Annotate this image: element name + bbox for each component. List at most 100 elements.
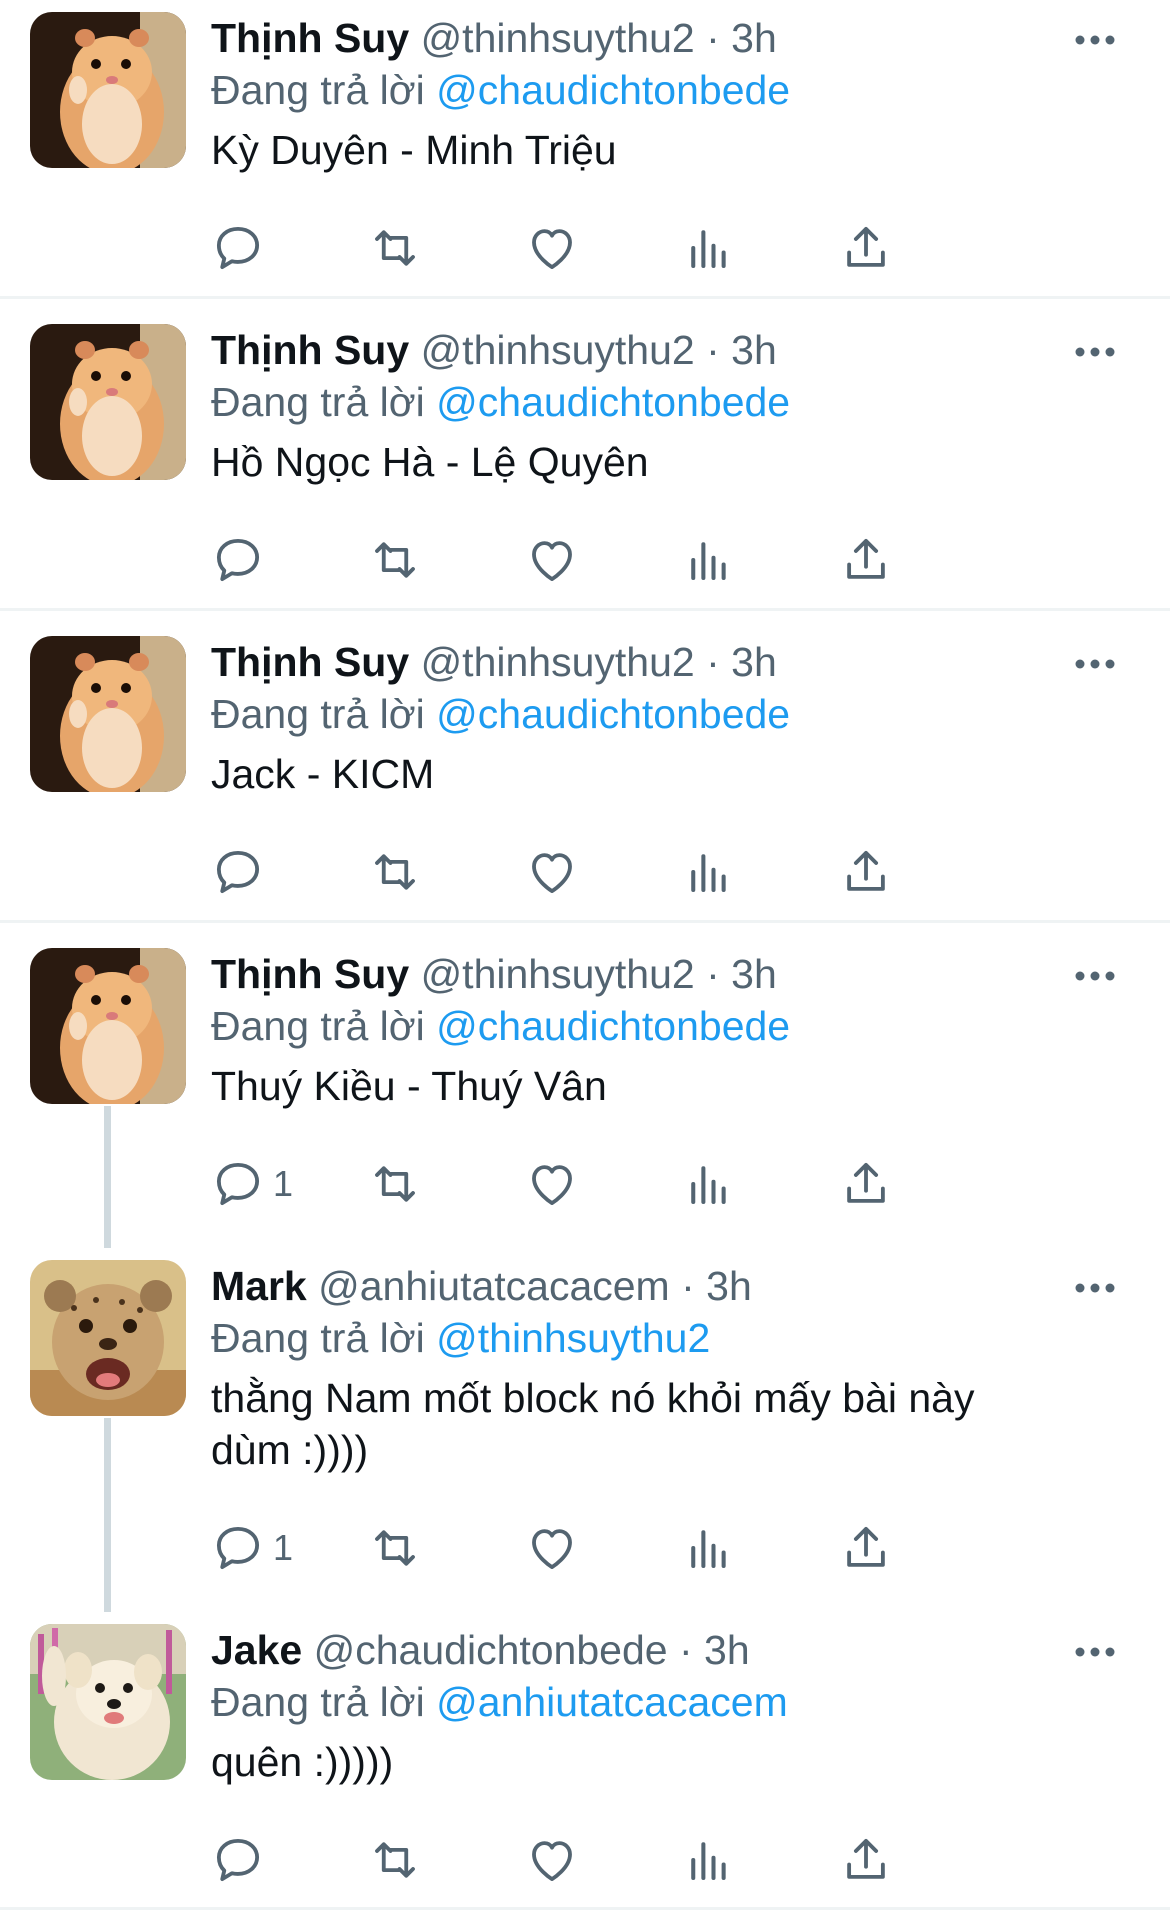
display-name[interactable]: Thịnh Suy — [211, 15, 409, 61]
more-options-icon[interactable] — [1060, 1268, 1130, 1308]
heart-icon — [532, 541, 572, 582]
more-options-icon[interactable] — [1060, 332, 1130, 372]
more-options-icon[interactable] — [1060, 1632, 1130, 1672]
share-button[interactable] — [839, 842, 893, 902]
display-name[interactable]: Thịnh Suy — [211, 327, 409, 373]
timestamp[interactable]: · 3h — [706, 15, 777, 61]
retweet-button[interactable] — [368, 1830, 422, 1890]
replying-to: Đang trả lời @thinhsuythu2 — [211, 1312, 1031, 1364]
share-button[interactable] — [839, 1154, 893, 1214]
tweet-text: Thuý Kiều - Thuý Vân — [211, 1063, 607, 1109]
avatar[interactable] — [30, 948, 186, 1104]
mention-link[interactable]: @thinhsuythu2 — [436, 1315, 710, 1361]
reply-button[interactable] — [211, 842, 273, 902]
mention-link[interactable]: @chaudichtonbede — [436, 691, 790, 737]
analytics-icon — [691, 542, 726, 581]
retweet-button[interactable] — [368, 218, 422, 278]
share-button[interactable] — [839, 530, 893, 590]
reply-icon — [216, 538, 260, 582]
reply-button[interactable] — [211, 1830, 273, 1890]
analytics-button[interactable] — [682, 842, 736, 902]
retweet-button[interactable] — [368, 1154, 422, 1214]
display-name[interactable]: Mark — [211, 1263, 307, 1309]
like-button[interactable] — [525, 842, 579, 902]
tweet[interactable]: Thịnh Suy @thinhsuythu2 · 3h Đang trả lờ… — [0, 312, 1170, 611]
retweet-icon — [375, 230, 415, 266]
reply-icon — [216, 1162, 260, 1206]
display-name[interactable]: Jake — [211, 1627, 302, 1673]
like-button[interactable] — [525, 1154, 579, 1214]
like-button[interactable] — [525, 1830, 579, 1890]
action-bar — [211, 218, 1091, 278]
tweet-text: Hồ Ngọc Hà - Lệ Quyên — [211, 439, 649, 485]
avatar[interactable] — [30, 636, 186, 792]
reply-icon — [216, 226, 260, 270]
mention-link[interactable]: @chaudichtonbede — [436, 379, 790, 425]
analytics-icon — [691, 1842, 726, 1881]
tweet[interactable]: Thịnh Suy @thinhsuythu2 · 3h Đang trả lờ… — [0, 936, 1170, 1248]
timestamp[interactable]: · 3h — [706, 951, 777, 997]
share-button[interactable] — [839, 1518, 893, 1578]
reply-icon — [216, 850, 260, 894]
tweet[interactable]: Thịnh Suy @thinhsuythu2 · 3h Đang trả lờ… — [0, 0, 1170, 299]
more-options-icon[interactable] — [1060, 956, 1130, 996]
avatar[interactable] — [30, 1624, 186, 1780]
timestamp[interactable]: · 3h — [706, 639, 777, 685]
share-icon — [847, 538, 885, 579]
replying-label: Đang trả lời — [211, 67, 425, 113]
analytics-button[interactable] — [682, 1154, 736, 1214]
tweet-header: Mark @anhiutatcacacem · 3h — [211, 1260, 1031, 1312]
like-button[interactable] — [525, 530, 579, 590]
share-button[interactable] — [839, 218, 893, 278]
action-bar: 1 — [211, 1154, 1091, 1214]
reply-button[interactable] — [211, 530, 273, 590]
analytics-button[interactable] — [682, 530, 736, 590]
display-name[interactable]: Thịnh Suy — [211, 951, 409, 997]
timestamp[interactable]: · 3h — [706, 327, 777, 373]
like-button[interactable] — [525, 1518, 579, 1578]
share-button[interactable] — [839, 1830, 893, 1890]
user-handle[interactable]: @thinhsuythu2 — [421, 951, 695, 997]
mention-link[interactable]: @chaudichtonbede — [436, 67, 790, 113]
timestamp[interactable]: · 3h — [679, 1627, 750, 1673]
user-handle[interactable]: @thinhsuythu2 — [421, 639, 695, 685]
avatar[interactable] — [30, 324, 186, 480]
like-button[interactable] — [525, 218, 579, 278]
replying-to: Đang trả lời @anhiutatcacacem — [211, 1676, 1031, 1728]
retweet-button[interactable] — [368, 530, 422, 590]
analytics-icon — [691, 230, 726, 269]
tweet-text: Kỳ Duyên - Minh Triệu — [211, 127, 617, 173]
user-handle[interactable]: @thinhsuythu2 — [421, 327, 695, 373]
samoyed-dog-avatar-image — [30, 1624, 186, 1780]
analytics-button[interactable] — [682, 218, 736, 278]
retweet-button[interactable] — [368, 1518, 422, 1578]
reply-button[interactable]: 1 — [211, 1518, 293, 1578]
analytics-button[interactable] — [682, 1830, 736, 1890]
retweet-button[interactable] — [368, 842, 422, 902]
tweet[interactable]: Mark @anhiutatcacacem · 3h Đang trả lời … — [0, 1248, 1170, 1612]
tweet-text: Jack - KICM — [211, 751, 435, 797]
replying-label: Đang trả lời — [211, 1679, 425, 1725]
reply-count: 1 — [273, 1163, 294, 1204]
avatar[interactable] — [30, 1260, 186, 1416]
share-icon — [847, 1838, 885, 1879]
timestamp[interactable]: · 3h — [681, 1263, 752, 1309]
more-options-icon[interactable] — [1060, 644, 1130, 684]
user-handle[interactable]: @chaudichtonbede — [314, 1627, 668, 1673]
mention-link[interactable]: @anhiutatcacacem — [436, 1679, 788, 1725]
avatar[interactable] — [30, 12, 186, 168]
more-options-icon[interactable] — [1060, 20, 1130, 60]
reply-button[interactable] — [211, 218, 273, 278]
user-handle[interactable]: @anhiutatcacacem — [318, 1263, 670, 1309]
reply-button[interactable]: 1 — [211, 1154, 293, 1214]
retweet-icon — [375, 542, 415, 578]
thread-line — [104, 1106, 111, 1248]
mention-link[interactable]: @chaudichtonbede — [436, 1003, 790, 1049]
tweet[interactable]: Thịnh Suy @thinhsuythu2 · 3h Đang trả lờ… — [0, 624, 1170, 923]
user-handle[interactable]: @thinhsuythu2 — [421, 15, 695, 61]
share-icon — [847, 1162, 885, 1203]
tweet[interactable]: Jake @chaudichtonbede · 3h Đang trả lời … — [0, 1612, 1170, 1910]
replying-to: Đang trả lời @chaudichtonbede — [211, 64, 1031, 116]
display-name[interactable]: Thịnh Suy — [211, 639, 409, 685]
analytics-button[interactable] — [682, 1518, 736, 1578]
